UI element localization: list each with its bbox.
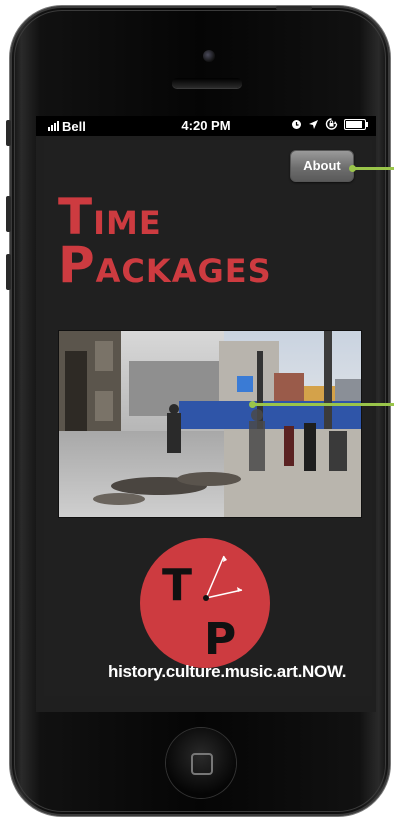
historical-photo[interactable] <box>58 330 362 518</box>
front-camera <box>203 50 215 62</box>
battery-icon <box>344 118 368 130</box>
title-line-1: TIME <box>58 192 272 242</box>
status-icons <box>291 118 368 130</box>
rotation-lock-icon <box>325 118 338 130</box>
app-content: About TIME PACKAGES T P history.culture.… <box>44 140 372 696</box>
title-line-2: PACKAGES <box>58 240 272 290</box>
earpiece-speaker <box>172 78 242 88</box>
app-title: TIME PACKAGES <box>58 192 272 290</box>
about-callout-line <box>352 167 394 170</box>
time-packages-logo: T P <box>140 538 270 668</box>
logo-letter-t: T <box>162 560 192 611</box>
location-arrow-icon <box>309 119 318 129</box>
volume-down-button <box>6 254 11 290</box>
about-callout-dot <box>349 165 356 172</box>
logo-letter-p: P <box>204 614 236 665</box>
sleep-button <box>276 6 312 10</box>
about-button[interactable]: About <box>290 150 354 182</box>
home-button-icon[interactable] <box>166 728 236 798</box>
status-bar: Bell 4:20 PM <box>36 116 376 136</box>
screen: Bell 4:20 PM About TIME PACKAGES T P his… <box>36 116 376 712</box>
battery-fill <box>346 120 362 128</box>
title-initial-p: P <box>58 236 96 294</box>
photo-callout-line <box>252 403 394 406</box>
tagline: history.culture.music.art.NOW. <box>108 662 347 681</box>
mute-switch <box>6 120 11 146</box>
volume-up-button <box>6 196 11 232</box>
home-square <box>191 753 213 775</box>
alarm-icon <box>292 119 301 129</box>
title-rest-packages: ACKAGES <box>95 252 272 290</box>
photo-callout-dot <box>249 401 256 408</box>
title-rest-time: IME <box>93 204 162 242</box>
photo-composite <box>59 331 361 517</box>
